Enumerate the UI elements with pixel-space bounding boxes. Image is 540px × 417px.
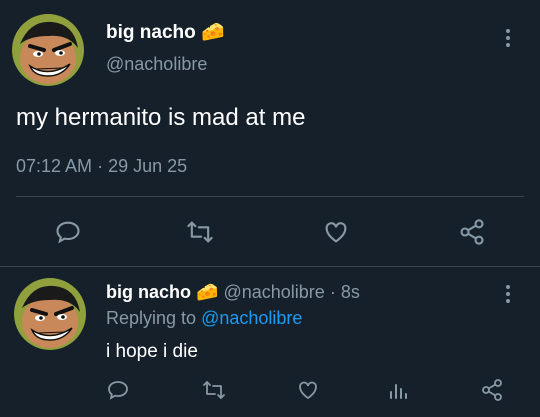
- main-handle[interactable]: @nacholibre: [106, 54, 207, 75]
- share-icon[interactable]: [480, 378, 504, 402]
- retweet-icon[interactable]: [186, 218, 214, 246]
- reply-more-options-icon[interactable]: [506, 282, 510, 306]
- retweet-icon[interactable]: [202, 378, 226, 402]
- cheese-emoji-icon: 🧀: [196, 282, 219, 302]
- main-tweet-date[interactable]: 29 Jun 25: [108, 156, 187, 176]
- replying-to-handle[interactable]: @nacholibre: [201, 308, 302, 328]
- main-tweet-time[interactable]: 07:12 AM: [16, 156, 92, 176]
- divider-top: [16, 196, 524, 197]
- cartoon-face-avatar-icon: [12, 14, 84, 86]
- main-display-name[interactable]: big nacho: [106, 22, 196, 43]
- share-icon[interactable]: [458, 218, 486, 246]
- reply-avatar[interactable]: [14, 278, 86, 350]
- cheese-emoji-icon: 🧀: [201, 22, 225, 43]
- separator-dot: ·: [329, 282, 336, 302]
- reply-tweet-text: i hope i die: [106, 341, 198, 362]
- reply-icon[interactable]: [106, 378, 130, 402]
- reply-handle[interactable]: @nacholibre: [223, 282, 324, 302]
- analytics-icon[interactable]: [386, 378, 410, 402]
- separator-dot: ·: [97, 156, 104, 176]
- reply-display-name[interactable]: big nacho: [106, 282, 191, 302]
- main-tweet-text: my hermanito is mad at me: [16, 104, 306, 131]
- main-more-options-icon[interactable]: [506, 26, 510, 50]
- like-icon[interactable]: [322, 218, 350, 246]
- divider-between-tweets: [0, 266, 540, 267]
- reply-icon[interactable]: [54, 218, 82, 246]
- reply-age[interactable]: 8s: [341, 282, 360, 302]
- like-icon[interactable]: [296, 378, 320, 402]
- main-avatar[interactable]: [12, 14, 84, 86]
- cartoon-face-avatar-icon: [14, 278, 86, 350]
- replying-to-label: Replying to: [106, 308, 197, 328]
